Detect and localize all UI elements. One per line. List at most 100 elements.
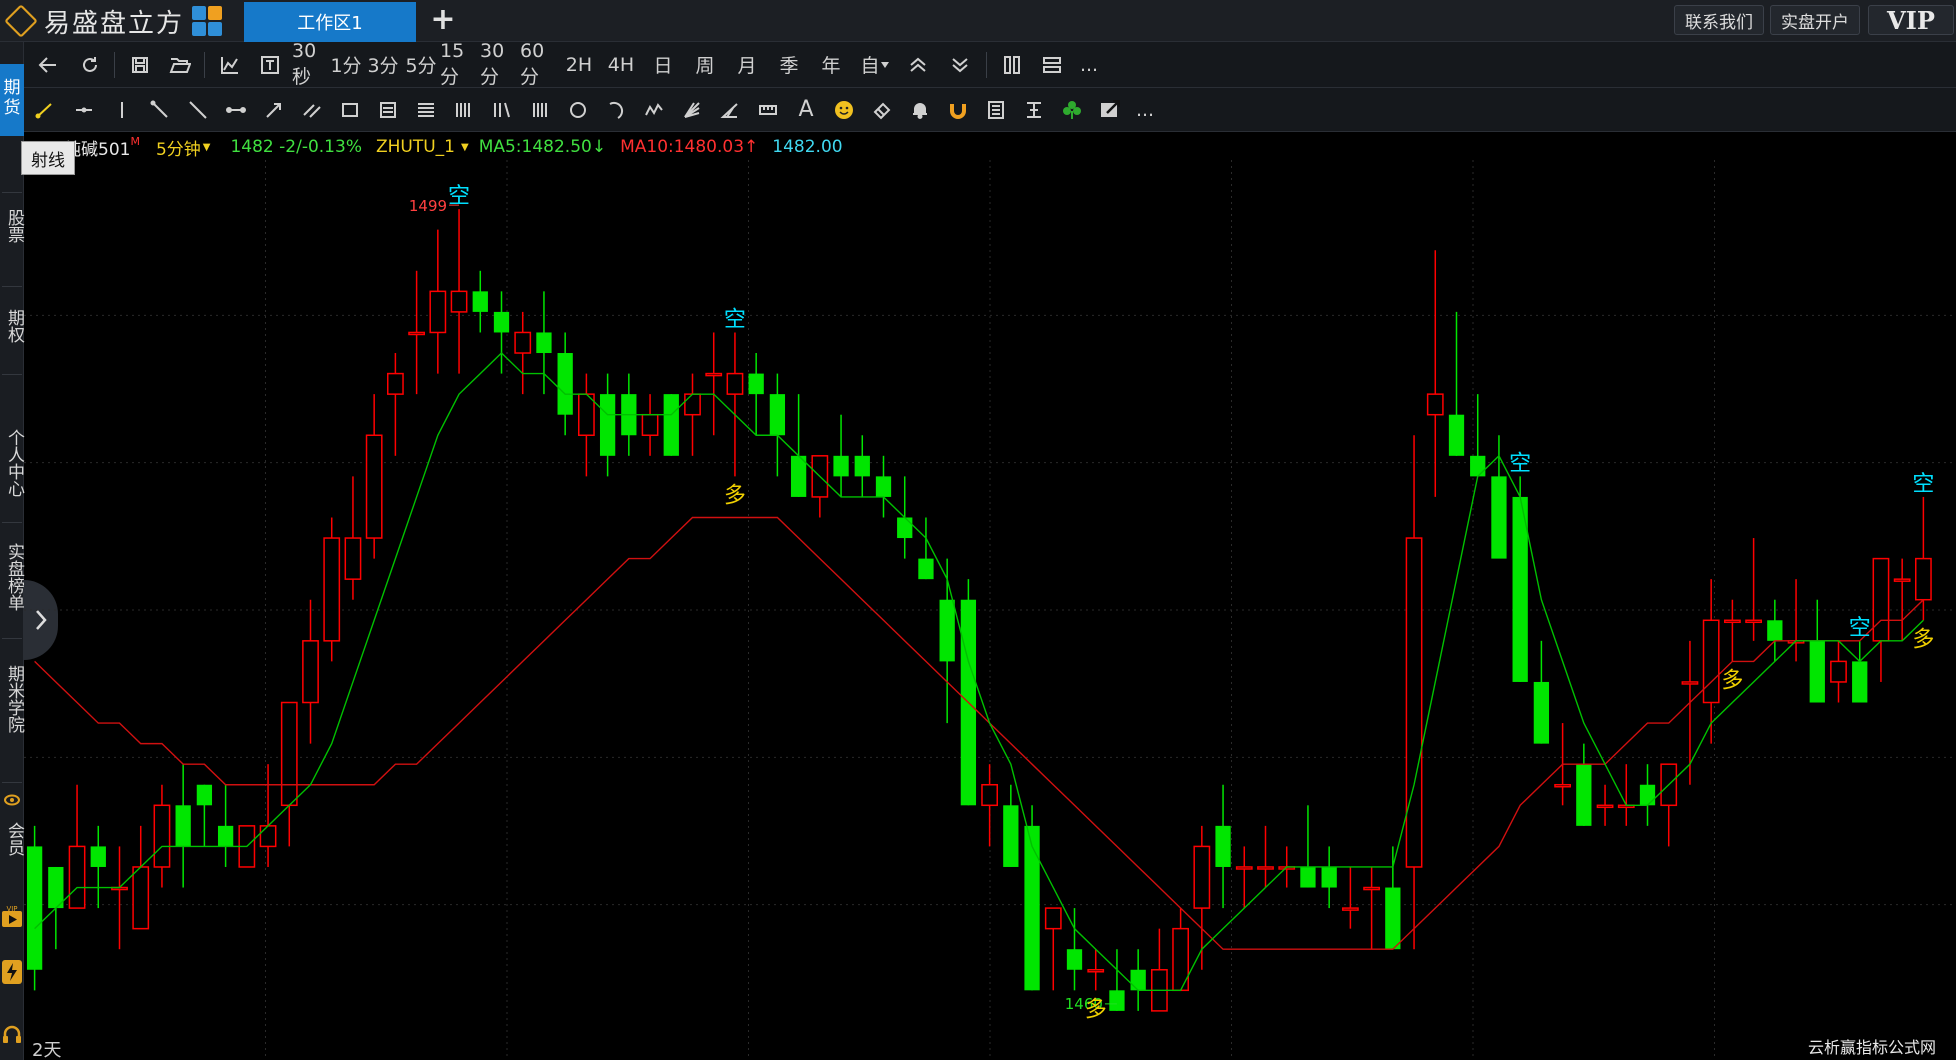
- period-quarter[interactable]: 季: [772, 42, 806, 87]
- apps-grid-icon[interactable]: [192, 6, 223, 36]
- segment-icon[interactable]: [218, 88, 254, 131]
- period-4h[interactable]: 4H: [604, 42, 638, 87]
- toolbar-period: 30秒 1分 3分 5分 15分 30分 60分 2H 4H 日 周 月 季 年…: [24, 40, 1956, 88]
- folder-open-icon[interactable]: [160, 42, 200, 87]
- export-image-icon[interactable]: [1092, 88, 1128, 131]
- cycle-lines-icon[interactable]: [484, 88, 520, 131]
- nav-academy[interactable]: 期米学院: [0, 654, 24, 744]
- ray-tooltip: 射线: [21, 141, 75, 175]
- period-day[interactable]: 日: [646, 42, 680, 87]
- candle-body-up: [1872, 557, 1890, 642]
- caret-down-icon: [880, 61, 889, 68]
- period-month[interactable]: 月: [730, 42, 764, 87]
- tab-workspace[interactable]: 工作区1: [244, 2, 416, 42]
- vertical-line-icon[interactable]: [104, 88, 140, 131]
- vip-video-icon[interactable]: VIP: [0, 904, 24, 932]
- emoji-icon[interactable]: [826, 88, 862, 131]
- period-30m[interactable]: 30分: [480, 40, 520, 88]
- period-5m[interactable]: 5分: [404, 42, 438, 87]
- candle-body-up: [450, 290, 468, 313]
- nav-futures[interactable]: 期货: [0, 64, 24, 136]
- zoom-out-chevrons-icon[interactable]: [940, 42, 980, 87]
- channel-icon[interactable]: [370, 88, 406, 131]
- arrow-line-icon[interactable]: [256, 88, 292, 131]
- arc-icon[interactable]: [598, 88, 634, 131]
- nav-live-ranking[interactable]: 实盘榜单: [0, 532, 24, 622]
- toolbar1-more[interactable]: ...: [1072, 42, 1106, 87]
- time-lines-icon[interactable]: [522, 88, 558, 131]
- quote-info-line: 纯碱501 M 5分钟 ▼ 1482 -2/-0.13% ZHUTU_1 ▼ M…: [24, 133, 1956, 161]
- period-selector[interactable]: 5分钟: [156, 135, 201, 160]
- period-caret-icon[interactable]: ▼: [203, 142, 211, 153]
- rectangle-icon[interactable]: [332, 88, 368, 131]
- candle-body-up: [1257, 866, 1274, 870]
- period-3m[interactable]: 3分: [366, 42, 400, 87]
- save-icon[interactable]: [120, 42, 160, 87]
- period-15m[interactable]: 15分: [440, 40, 480, 88]
- contact-us-button[interactable]: 联系我们: [1674, 5, 1764, 35]
- candlestick-chart[interactable]: 14991460空空多多空多空 多空: [24, 160, 1956, 1060]
- period-custom-dropdown[interactable]: 自: [854, 42, 896, 87]
- split-vertical-icon[interactable]: [992, 42, 1032, 87]
- magnet-icon[interactable]: [940, 88, 976, 131]
- eraser-icon[interactable]: [864, 88, 900, 131]
- candle-body-down: [663, 394, 679, 456]
- ray-tool-icon[interactable]: [26, 88, 62, 131]
- period-30s[interactable]: 30秒: [292, 40, 330, 88]
- angle-line-icon[interactable]: [712, 88, 748, 131]
- line-chart-icon[interactable]: [210, 42, 250, 87]
- indicator-name[interactable]: ZHUTU_1: [376, 137, 455, 157]
- open-account-button[interactable]: 实盘开户: [1770, 5, 1860, 35]
- ruler-icon[interactable]: [750, 88, 786, 131]
- last-price: 1482.00: [772, 137, 843, 157]
- fibonacci-icon[interactable]: [408, 88, 444, 131]
- vip-button[interactable]: VIP: [1868, 5, 1954, 35]
- candle-body-down: [557, 353, 573, 415]
- add-tab-button[interactable]: +: [428, 5, 458, 36]
- price-change: 1482 -2/-0.13%: [230, 137, 362, 157]
- text-tool-icon[interactable]: A: [788, 88, 824, 131]
- period-2h[interactable]: 2H: [562, 42, 596, 87]
- long-signal-label: 多: [1085, 997, 1107, 1022]
- nav-personal-center[interactable]: 个人中心: [0, 418, 24, 508]
- indicator-caret-icon[interactable]: ▼: [461, 142, 469, 153]
- circle-icon[interactable]: [560, 88, 596, 131]
- lightning-icon[interactable]: [0, 958, 24, 986]
- period-week[interactable]: 周: [688, 42, 722, 87]
- text-frame-icon[interactable]: [250, 42, 290, 87]
- split-horizontal-icon[interactable]: [1032, 42, 1072, 87]
- candle-body-down: [536, 332, 552, 354]
- toolbar2-more[interactable]: ...: [1128, 88, 1162, 131]
- trend-line-icon[interactable]: [142, 88, 178, 131]
- equal-spacing-icon[interactable]: [1016, 88, 1052, 131]
- nav-stocks[interactable]: 股票: [0, 198, 24, 254]
- gann-lines-icon[interactable]: [446, 88, 482, 131]
- nav-options[interactable]: 期权: [0, 298, 24, 354]
- period-60m[interactable]: 60分: [520, 40, 560, 88]
- clover-icon[interactable]: [1054, 88, 1090, 131]
- wave-icon[interactable]: [636, 88, 672, 131]
- candle-body-down: [1470, 455, 1486, 477]
- nav-member[interactable]: 会员: [0, 814, 24, 864]
- candle-body-down: [1130, 969, 1146, 991]
- candle-body-up: [408, 331, 426, 336]
- candle-body-down: [1448, 414, 1465, 456]
- back-icon[interactable]: [28, 42, 68, 87]
- calculator-icon[interactable]: [978, 88, 1014, 131]
- horizontal-line-icon[interactable]: [66, 88, 102, 131]
- parallel-lines-icon[interactable]: [294, 88, 330, 131]
- period-year[interactable]: 年: [814, 42, 848, 87]
- period-1m[interactable]: 1分: [330, 42, 362, 87]
- candle-body-down: [1576, 764, 1592, 826]
- candle-body-down: [599, 394, 616, 456]
- zoom-in-chevrons-icon[interactable]: [898, 42, 938, 87]
- extended-line-icon[interactable]: [180, 88, 216, 131]
- fan-lines-icon[interactable]: [674, 88, 710, 131]
- candle-body-up: [1893, 578, 1911, 582]
- alarm-bell-icon[interactable]: [902, 88, 938, 131]
- candle-body-up: [323, 537, 341, 642]
- candle-body-up: [1723, 619, 1741, 624]
- refresh-icon[interactable]: [70, 42, 110, 87]
- headset-icon[interactable]: [0, 1020, 24, 1048]
- short-signal-label: 空: [724, 307, 746, 332]
